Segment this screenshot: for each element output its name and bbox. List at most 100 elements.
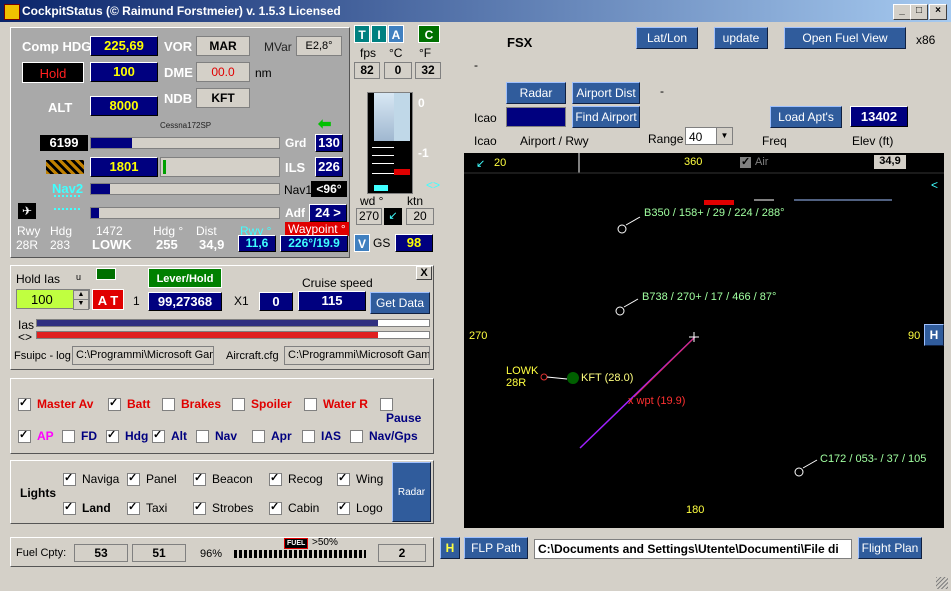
ias-spinner[interactable]: 100 ▲ ▼ — [16, 289, 90, 310]
checkbox-cabin[interactable]: Cabin — [269, 500, 319, 516]
checkbox-box[interactable] — [63, 500, 76, 516]
checkbox-ias[interactable]: IAS — [302, 429, 341, 444]
checkbox-brakes[interactable]: Brakes — [162, 397, 221, 412]
panel-close-button[interactable]: X — [416, 266, 432, 280]
checkbox-box[interactable] — [18, 396, 31, 412]
at-button[interactable]: A T — [92, 289, 124, 310]
checkbox-land[interactable]: Land — [63, 500, 111, 516]
u-toggle[interactable] — [96, 268, 116, 280]
find-airport-button[interactable]: Find Airport — [572, 106, 640, 128]
flp-path-input[interactable]: C:\Documents and Settings\Utente\Documen… — [534, 539, 852, 559]
maximize-button[interactable]: □ — [910, 4, 928, 20]
checkbox-naviga[interactable]: Naviga — [63, 471, 119, 487]
map-left-arrow[interactable]: < — [931, 178, 938, 192]
ndb-value[interactable]: KFT — [196, 88, 250, 108]
checkbox-alt[interactable]: Alt — [152, 428, 187, 444]
checkbox-box[interactable] — [62, 430, 75, 444]
checkbox-taxi[interactable]: Taxi — [127, 500, 167, 516]
load-apts-button[interactable]: Load Apt's — [770, 106, 842, 128]
vor-value[interactable]: MAR — [196, 36, 250, 56]
radar-button[interactable]: Radar — [506, 82, 566, 104]
bar2-value: 1801 — [90, 157, 158, 177]
lever-hold-button[interactable]: Lever/Hold — [148, 268, 222, 288]
open-fuel-view-button[interactable]: Open Fuel View — [784, 27, 906, 49]
checkbox-water-r[interactable]: Water R — [304, 397, 368, 412]
airport-map-label: LOWK — [506, 365, 539, 377]
checkbox-box[interactable] — [162, 398, 175, 412]
range-select[interactable]: 40 ▼ — [685, 127, 733, 145]
checkbox-nav[interactable]: Nav — [196, 429, 237, 444]
ias-bar — [36, 319, 430, 327]
checkbox-wing[interactable]: Wing — [337, 471, 383, 487]
checkbox-pause[interactable]: Pause — [380, 397, 430, 425]
checkbox-box[interactable] — [127, 471, 140, 487]
checkbox-fd[interactable]: FD — [62, 429, 97, 444]
get-data-button[interactable]: Get Data — [370, 292, 430, 314]
v-button[interactable]: V — [354, 234, 370, 252]
checkbox-box[interactable] — [337, 471, 350, 487]
spin-down-icon[interactable]: ▼ — [73, 299, 89, 310]
t-button[interactable]: T — [354, 25, 370, 43]
checkbox-box[interactable] — [196, 430, 209, 444]
flight-plan-button[interactable]: Flight Plan — [858, 537, 922, 559]
hold-button[interactable]: Hold — [22, 62, 84, 83]
fsuipc-path[interactable]: C:\Programmi\Microsoft Gam — [72, 346, 214, 365]
x86-label: x86 — [916, 33, 936, 47]
airport-dist-button[interactable]: Airport Dist — [572, 82, 640, 104]
update-button[interactable]: update — [714, 27, 768, 49]
checkbox-box[interactable] — [350, 430, 363, 444]
checkbox-box[interactable] — [302, 430, 315, 444]
f-value: 32 — [415, 62, 441, 79]
aircraft-cfg-path[interactable]: C:\Programmi\Microsoft Gam — [284, 346, 430, 365]
checkbox-box[interactable] — [380, 398, 393, 412]
checkbox-box[interactable] — [337, 500, 350, 516]
checkbox-box[interactable] — [18, 428, 31, 444]
checkbox-box[interactable] — [127, 500, 140, 516]
ils-label: ILS — [285, 160, 306, 175]
a-button[interactable]: A — [388, 25, 404, 43]
icao-input[interactable] — [506, 107, 566, 127]
lights-radar-button[interactable]: Radar — [392, 462, 431, 522]
chevron-down-icon[interactable]: ▼ — [716, 128, 732, 144]
checkbox-ap[interactable]: AP — [18, 428, 54, 444]
checkbox-box[interactable] — [108, 396, 121, 412]
i-button[interactable]: I — [371, 25, 387, 43]
checkbox-hdg[interactable]: Hdg — [106, 428, 148, 444]
minimize-button[interactable]: _ — [893, 4, 911, 20]
checkbox-box[interactable] — [252, 430, 265, 444]
checkbox-box[interactable] — [304, 398, 317, 412]
checkbox-master-av[interactable]: Master Av — [18, 396, 93, 412]
checkbox-nav-gps[interactable]: Nav/Gps — [350, 429, 418, 444]
checkbox-box[interactable] — [193, 471, 206, 487]
checkbox-recog[interactable]: Recog — [269, 471, 323, 487]
c-button[interactable]: C — [418, 25, 440, 43]
env-arrows[interactable]: <> — [426, 178, 440, 192]
checkbox-batt[interactable]: Batt — [108, 396, 150, 412]
resize-grip-icon[interactable] — [936, 577, 948, 589]
traffic-label-0: B350 / 158+ / 29 / 224 / 288° — [644, 207, 785, 219]
airport-count: 13402 — [850, 106, 908, 127]
checkbox-spoiler[interactable]: Spoiler — [232, 397, 292, 412]
close-button[interactable]: × — [929, 4, 947, 20]
checkbox-panel[interactable]: Panel — [127, 471, 177, 487]
checkbox-strobes[interactable]: Strobes — [193, 500, 253, 516]
checkbox-logo[interactable]: Logo — [337, 500, 383, 516]
checkbox-box[interactable] — [106, 428, 119, 444]
checkbox-box[interactable] — [232, 398, 245, 412]
checkbox-box[interactable] — [152, 428, 165, 444]
flp-path-button[interactable]: FLP Path — [464, 537, 528, 559]
checkbox-box[interactable] — [269, 471, 282, 487]
radar-map[interactable]: ↙ 20 360 Air 34,9 B350 / 158+ / 29 / 224… — [464, 153, 944, 528]
checkbox-beacon[interactable]: Beacon — [193, 471, 253, 487]
bottom-h-button[interactable]: H — [440, 537, 460, 559]
air-label: Air — [755, 156, 769, 168]
wind-arrow-icon: ↙ — [384, 208, 402, 225]
checkbox-box[interactable] — [63, 471, 76, 487]
checkbox-box[interactable] — [193, 500, 206, 516]
checkbox-box[interactable] — [269, 500, 282, 516]
waypoint-header: Waypoint ° — [285, 222, 349, 236]
map-h-button[interactable]: H — [924, 324, 944, 346]
latlon-button[interactable]: Lat/Lon — [636, 27, 698, 49]
air-checkbox[interactable] — [740, 155, 751, 168]
checkbox-apr[interactable]: Apr — [252, 429, 292, 444]
